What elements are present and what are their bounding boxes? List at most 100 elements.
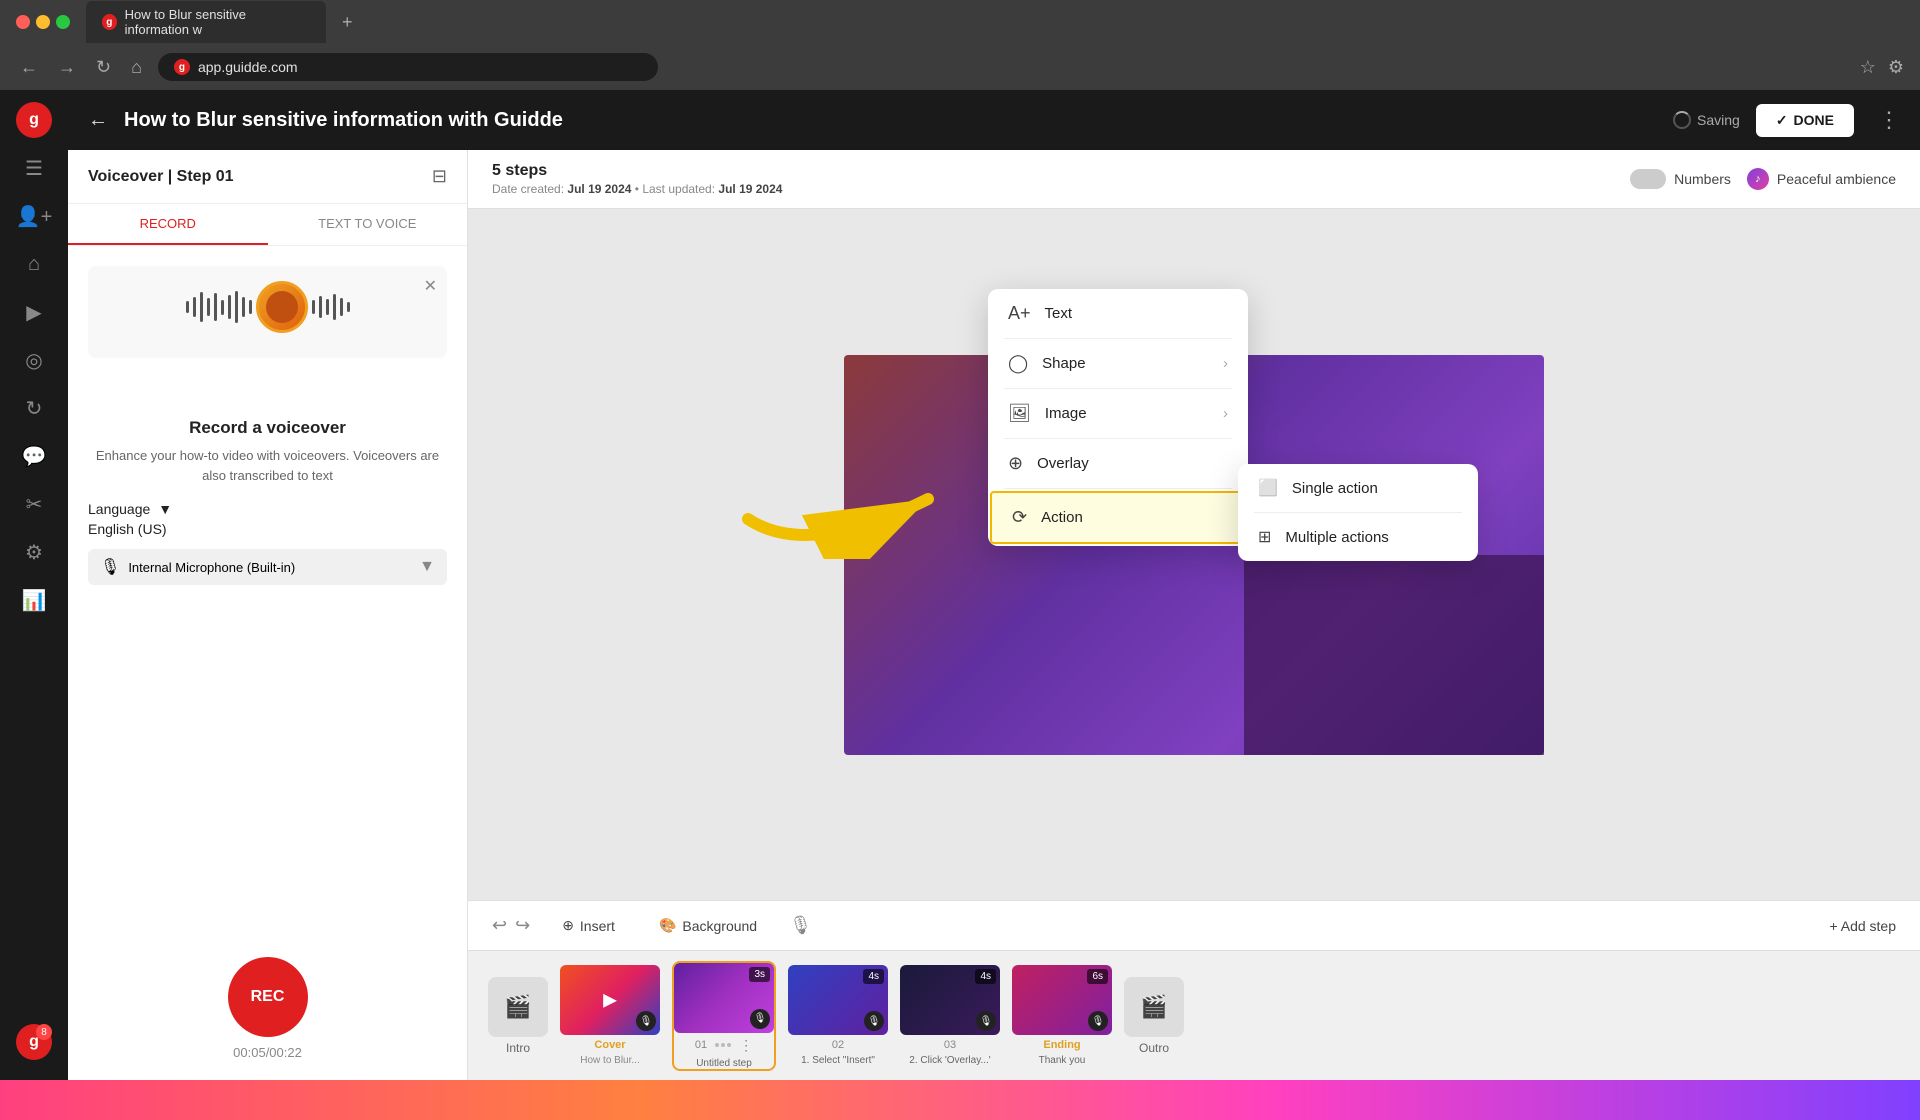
tab-tts[interactable]: TEXT TO VOICE — [268, 204, 468, 245]
step01-dots — [715, 1043, 731, 1047]
caption-icon[interactable]: ⊟ — [432, 166, 447, 187]
sidebar-item-tools[interactable]: ✂ — [12, 482, 56, 526]
menu-item-overlay[interactable]: ⊕ Overlay — [988, 439, 1248, 488]
timeline-item-outro[interactable]: 🎬 Outro — [1124, 977, 1184, 1055]
timeline[interactable]: 🎬 Intro ▶ 🎙 Cover How to Blur — [468, 950, 1920, 1080]
multiple-actions-label: Multiple actions — [1285, 529, 1388, 546]
step03-mic-icon: 🎙 — [976, 1011, 996, 1031]
music-label: Peaceful ambience — [1777, 171, 1896, 187]
undo-button[interactable]: ↩ — [492, 915, 507, 936]
menu-item-image[interactable]: 🖼 Image › — [988, 389, 1248, 438]
timeline-item-03[interactable]: 4s 🎙 03 2. Click 'Overlay...' — [900, 965, 1000, 1066]
single-action-label: Single action — [1292, 480, 1378, 497]
nav-refresh[interactable]: ↻ — [92, 53, 115, 82]
timeline-item-01[interactable]: 3s 🎙 01 ⋮ Untitled step — [672, 961, 776, 1071]
action-menu-label: Action — [1041, 509, 1083, 526]
cover-label: Cover — [594, 1039, 625, 1051]
shape-menu-label: Shape — [1042, 355, 1085, 372]
nav-home[interactable]: ⌂ — [127, 53, 146, 82]
timeline-item-cover[interactable]: ▶ 🎙 Cover How to Blur... — [560, 965, 660, 1066]
done-button[interactable]: ✓ DONE — [1756, 104, 1854, 137]
close-preview-button[interactable]: ✕ — [424, 276, 437, 296]
canvas-wrapper: A+ Text ◯ Shape › 🖼 Image — [468, 209, 1920, 900]
music-badge[interactable]: ♪ Peaceful ambience — [1747, 168, 1896, 190]
top-bar: ← How to Blur sensitive information with… — [68, 90, 1920, 150]
dot-minimize[interactable] — [36, 15, 50, 29]
timeline-item-02[interactable]: 4s 🎙 02 1. Select "Insert" — [788, 965, 888, 1066]
rec-button[interactable]: REC — [228, 957, 308, 1037]
cover-mic-icon: 🎙 — [636, 1011, 656, 1031]
submenu-single-action[interactable]: ⬜ Single action — [1238, 464, 1478, 512]
redo-button[interactable]: ↪ — [515, 915, 530, 936]
background-label: Background — [682, 918, 757, 934]
tools-icon: ✂ — [26, 492, 43, 517]
browser-dots — [16, 15, 70, 29]
menu-item-shape[interactable]: ◯ Shape › — [988, 339, 1248, 388]
circle-icon: ◎ — [25, 348, 42, 373]
text-menu-icon: A+ — [1008, 303, 1031, 324]
home-icon: ⌂ — [28, 253, 40, 276]
wave-bar-5 — [214, 293, 217, 321]
toggle-switch[interactable] — [1630, 169, 1666, 189]
dot-close[interactable] — [16, 15, 30, 29]
wave-bar-15 — [340, 298, 343, 316]
step01-mic-icon: 🎙 — [750, 1009, 770, 1029]
ending-mic-icon: 🎙 — [1088, 1011, 1108, 1031]
sidebar-item-add-user[interactable]: 👤+ — [12, 194, 56, 238]
address-bar[interactable]: g app.guidde.com — [158, 53, 658, 81]
nav-back[interactable]: ← — [16, 53, 42, 82]
sidebar-item-home[interactable]: ⌂ — [12, 242, 56, 286]
submenu-multiple-actions[interactable]: ⊞ Multiple actions — [1238, 513, 1478, 561]
panel-title: Voiceover | Step 01 — [88, 168, 234, 186]
sidebar-user-avatar[interactable]: g 8 — [12, 1020, 56, 1064]
tab-favicon: g — [102, 14, 117, 30]
timeline-item-intro[interactable]: 🎬 Intro — [488, 977, 548, 1055]
overlay-menu-label: Overlay — [1037, 455, 1089, 472]
checkmark-icon: ✓ — [1776, 112, 1788, 129]
step02-mic-icon: 🎙 — [864, 1011, 884, 1031]
browser-tab[interactable]: g How to Blur sensitive information w — [86, 1, 326, 43]
new-tab-button[interactable]: + — [342, 12, 353, 33]
tab-record[interactable]: RECORD — [68, 204, 268, 245]
more-button[interactable]: ⋮ — [1878, 107, 1900, 133]
sidebar-logo[interactable]: g — [12, 98, 56, 142]
insert-label: Insert — [580, 918, 615, 934]
background-button[interactable]: 🎨 Background — [647, 911, 769, 940]
sidebar-item-menu[interactable]: ☰ — [12, 146, 56, 190]
dot-maximize[interactable] — [56, 15, 70, 29]
saving-text: Saving — [1697, 112, 1740, 128]
wave-bar-13 — [326, 299, 329, 315]
sidebar-item-refresh[interactable]: ↻ — [12, 386, 56, 430]
sidebar-item-chart[interactable]: 📊 — [12, 578, 56, 622]
overlay-menu-icon: ⊕ — [1008, 453, 1023, 474]
timer-display: 00:05/00:22 — [68, 1045, 467, 1060]
language-dropdown[interactable]: ▼ — [158, 501, 172, 517]
mic-dropdown-arrow: ▼ — [419, 558, 435, 576]
insert-button[interactable]: ⊕ Insert — [550, 911, 627, 940]
insert-icon: ⊕ — [562, 917, 574, 934]
add-step-button[interactable]: + Add step — [1829, 918, 1896, 934]
numbers-toggle[interactable]: Numbers — [1630, 169, 1731, 189]
audio-button[interactable]: 🎙 — [789, 915, 812, 936]
sidebar-item-puzzle[interactable]: ⚙ — [12, 530, 56, 574]
canvas-overlay — [1244, 555, 1544, 755]
saving-indicator: Saving — [1673, 111, 1740, 129]
chart-icon: 📊 — [22, 588, 47, 613]
timeline-item-ending[interactable]: 6s 🎙 Ending Thank you — [1012, 965, 1112, 1066]
step01-footer: 01 ⋮ — [695, 1037, 753, 1054]
sidebar-item-video[interactable]: ▶ — [12, 290, 56, 334]
back-button[interactable]: ← — [88, 109, 108, 132]
sidebar-item-circle[interactable]: ◎ — [12, 338, 56, 382]
nav-forward[interactable]: → — [54, 53, 80, 82]
settings-icon[interactable]: ⚙ — [1888, 57, 1904, 78]
voiceover-tabs: RECORD TEXT TO VOICE — [68, 204, 467, 246]
menu-item-text[interactable]: A+ Text — [988, 289, 1248, 338]
step01-more[interactable]: ⋮ — [739, 1037, 753, 1054]
bookmark-icon[interactable]: ☆ — [1860, 57, 1876, 78]
mic-selector[interactable]: 🎙 Internal Microphone (Built-in) ▼ — [88, 549, 447, 585]
logo-avatar: g — [16, 102, 52, 138]
steps-count: 5 steps — [492, 162, 782, 180]
menu-item-action[interactable]: ⟳ Action — [990, 491, 1246, 544]
wave-bar-10 — [249, 300, 252, 314]
sidebar-item-chat[interactable]: 💬 — [12, 434, 56, 478]
